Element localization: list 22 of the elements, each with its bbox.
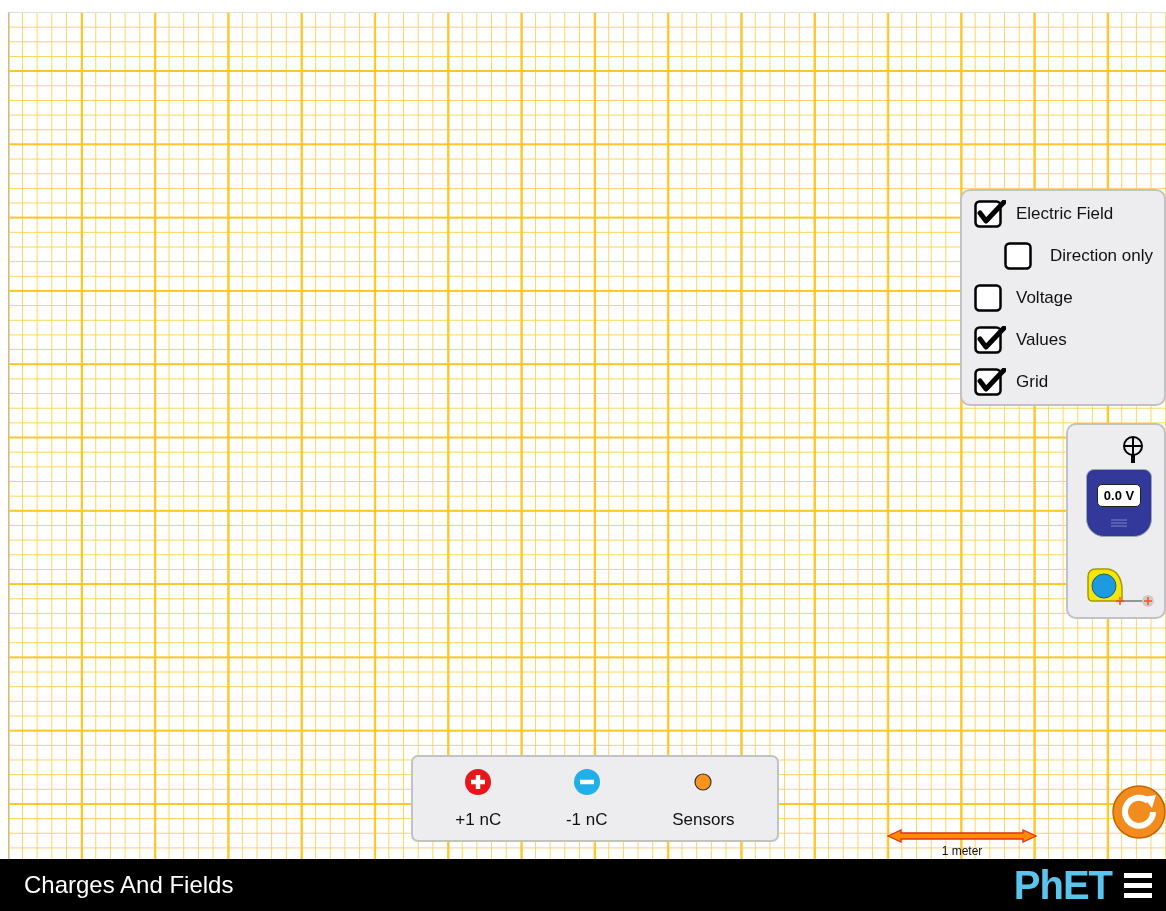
checkbox-label: Grid (1016, 372, 1049, 392)
positive-charge-icon[interactable] (464, 767, 493, 796)
double-arrow-icon (887, 829, 1037, 843)
voltmeter[interactable]: 0.0 V (1086, 469, 1152, 537)
checkbox[interactable] (974, 368, 1006, 396)
toolbox-label: -1 nC (565, 809, 608, 830)
grip-icon (1111, 519, 1127, 527)
checkbox-label: Direction only (1050, 246, 1153, 266)
reset-button[interactable] (1112, 785, 1166, 839)
sim-title: Charges And Fields (24, 871, 235, 899)
checkbox[interactable] (974, 200, 1006, 228)
logo[interactable]: PhET (1013, 862, 1112, 908)
checkbox-label: Voltage (1016, 288, 1073, 308)
checkbox[interactable] (974, 326, 1006, 354)
toolbox-label: Sensors (672, 809, 735, 830)
crosshair-icon[interactable] (1121, 435, 1145, 465)
checkbox-label: Values (1016, 330, 1067, 350)
negative-charge-icon[interactable] (572, 767, 601, 796)
voltage-reading: 0.0 V (1096, 484, 1142, 507)
toolbox-label: +1 nC (455, 809, 502, 830)
checkbox-label: Electric Field (1016, 204, 1114, 224)
menu-icon[interactable] (1124, 872, 1152, 898)
